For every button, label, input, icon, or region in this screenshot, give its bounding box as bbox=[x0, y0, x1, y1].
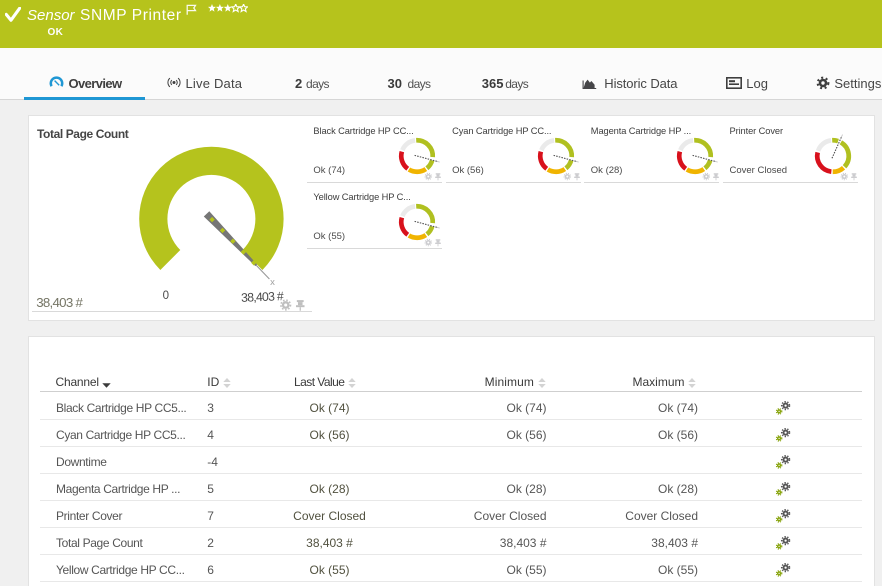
svg-text:x: x bbox=[270, 277, 275, 288]
